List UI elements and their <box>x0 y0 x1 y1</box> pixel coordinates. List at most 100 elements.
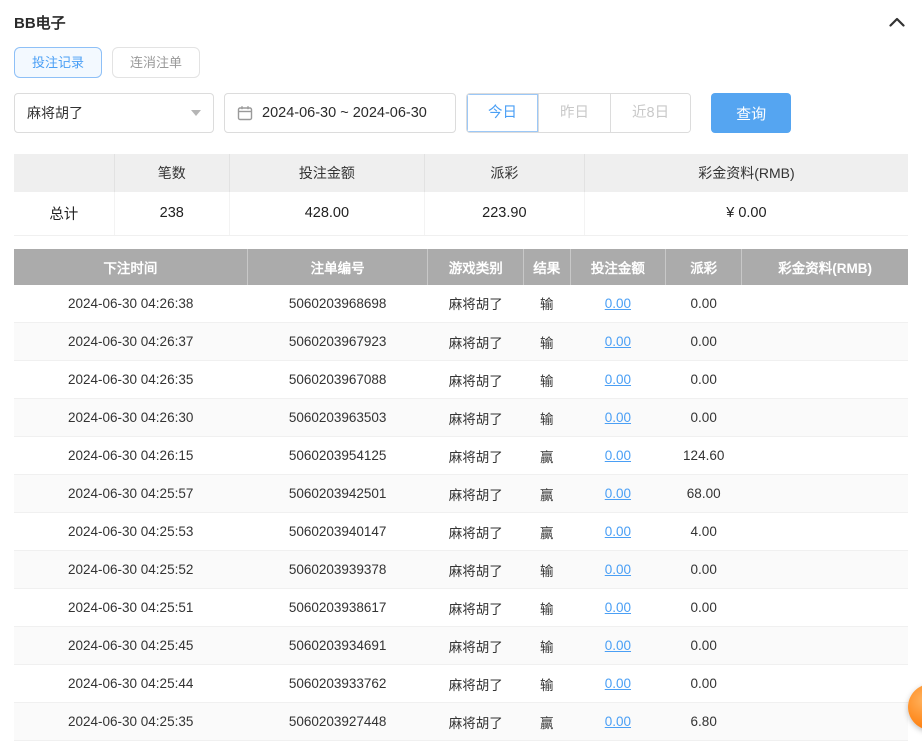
chevron-down-icon <box>191 110 201 116</box>
bonus-cell <box>742 551 908 589</box>
bet-amount-cell: 0.00 <box>570 361 666 399</box>
game-category-cell: 麻将胡了 <box>428 399 524 437</box>
table-row: 2024-06-30 04:25:35 5060203927448 麻将胡了 赢… <box>14 703 908 741</box>
bet-amount-link[interactable]: 0.00 <box>605 524 631 539</box>
order-number-cell: 5060203954125 <box>247 437 428 475</box>
result-cell: 输 <box>524 627 570 665</box>
collapse-chevron-up-icon[interactable] <box>886 11 908 33</box>
bonus-cell <box>742 589 908 627</box>
bet-amount-link[interactable]: 0.00 <box>605 638 631 653</box>
game-category-cell: 麻将胡了 <box>428 627 524 665</box>
bet-amount-link[interactable]: 0.00 <box>605 410 631 425</box>
game-category-cell: 麻将胡了 <box>428 703 524 741</box>
bonus-cell <box>742 475 908 513</box>
summary-col-bonus: 彩金资料(RMB) <box>584 154 908 192</box>
summary-total-bet: 428.00 <box>229 192 424 235</box>
bonus-cell <box>742 437 908 475</box>
filter-bar: 麻将胡了 2024-06-30 ~ 2024-06-30 今日 昨日 近8日 查… <box>14 93 908 133</box>
bet-amount-cell: 0.00 <box>570 589 666 627</box>
bet-amount-link[interactable]: 0.00 <box>605 372 631 387</box>
bonus-cell <box>742 361 908 399</box>
col-bet-amount: 投注金额 <box>570 249 666 285</box>
payout-cell: 0.00 <box>666 551 742 589</box>
col-game-category: 游戏类别 <box>428 249 524 285</box>
summary-total-bonus: ¥ 0.00 <box>584 192 908 235</box>
bet-time-cell: 2024-06-30 04:26:30 <box>14 399 247 437</box>
bet-time-cell: 2024-06-30 04:25:52 <box>14 551 247 589</box>
bet-amount-cell: 0.00 <box>570 703 666 741</box>
table-row: 2024-06-30 04:25:45 5060203934691 麻将胡了 输… <box>14 627 908 665</box>
table-row: 2024-06-30 04:26:35 5060203967088 麻将胡了 输… <box>14 361 908 399</box>
date-range-picker[interactable]: 2024-06-30 ~ 2024-06-30 <box>224 93 456 133</box>
bet-amount-link[interactable]: 0.00 <box>605 448 631 463</box>
game-select[interactable]: 麻将胡了 <box>14 93 214 133</box>
payout-cell: 0.00 <box>666 323 742 361</box>
quick-filter-today[interactable]: 今日 <box>467 94 539 132</box>
col-payout: 派彩 <box>666 249 742 285</box>
bet-time-cell: 2024-06-30 04:25:53 <box>14 513 247 551</box>
result-cell: 输 <box>524 361 570 399</box>
page-title: BB电子 <box>14 12 66 33</box>
col-bet-time: 下注时间 <box>14 249 247 285</box>
result-cell: 输 <box>524 285 570 323</box>
summary-table: 笔数 投注金额 派彩 彩金资料(RMB) 总计 238 428.00 223.9… <box>14 154 908 236</box>
order-number-cell: 5060203963503 <box>247 399 428 437</box>
bet-time-cell: 2024-06-30 04:25:45 <box>14 627 247 665</box>
game-category-cell: 麻将胡了 <box>428 437 524 475</box>
bet-amount-link[interactable]: 0.00 <box>605 334 631 349</box>
bet-amount-cell: 0.00 <box>570 551 666 589</box>
col-result: 结果 <box>524 249 570 285</box>
quick-date-buttons: 今日 昨日 近8日 <box>466 93 691 133</box>
summary-total-label: 总计 <box>14 192 114 235</box>
tab-cancelled-orders[interactable]: 连消注单 <box>112 47 200 78</box>
bonus-cell <box>742 285 908 323</box>
quick-filter-last-8-days[interactable]: 近8日 <box>611 94 690 132</box>
bet-amount-cell: 0.00 <box>570 437 666 475</box>
order-number-cell: 5060203967923 <box>247 323 428 361</box>
result-cell: 输 <box>524 323 570 361</box>
result-cell: 赢 <box>524 475 570 513</box>
bet-amount-cell: 0.00 <box>570 513 666 551</box>
floating-action-button[interactable] <box>908 684 922 730</box>
tab-bar: 投注记录 连消注单 <box>14 47 908 78</box>
payout-cell: 0.00 <box>666 665 742 703</box>
result-cell: 输 <box>524 589 570 627</box>
bet-amount-link[interactable]: 0.00 <box>605 486 631 501</box>
bet-amount-link[interactable]: 0.00 <box>605 562 631 577</box>
summary-total-count: 238 <box>114 192 229 235</box>
bonus-cell <box>742 665 908 703</box>
game-category-cell: 麻将胡了 <box>428 589 524 627</box>
bonus-cell <box>742 513 908 551</box>
payout-cell: 0.00 <box>666 361 742 399</box>
bonus-cell <box>742 323 908 361</box>
result-cell: 赢 <box>524 513 570 551</box>
table-row: 2024-06-30 04:26:30 5060203963503 麻将胡了 输… <box>14 399 908 437</box>
game-category-cell: 麻将胡了 <box>428 361 524 399</box>
game-category-cell: 麻将胡了 <box>428 285 524 323</box>
bet-table-header-row: 下注时间 注单编号 游戏类别 结果 投注金额 派彩 彩金资料(RMB) <box>14 249 908 285</box>
bet-time-cell: 2024-06-30 04:25:51 <box>14 589 247 627</box>
bet-records-table: 下注时间 注单编号 游戏类别 结果 投注金额 派彩 彩金资料(RMB) 2024… <box>14 249 908 741</box>
result-cell: 赢 <box>524 437 570 475</box>
game-category-cell: 麻将胡了 <box>428 323 524 361</box>
tab-bet-records[interactable]: 投注记录 <box>14 47 102 78</box>
payout-cell: 4.00 <box>666 513 742 551</box>
bet-time-cell: 2024-06-30 04:26:38 <box>14 285 247 323</box>
game-category-cell: 麻将胡了 <box>428 475 524 513</box>
bet-amount-cell: 0.00 <box>570 475 666 513</box>
table-row: 2024-06-30 04:26:37 5060203967923 麻将胡了 输… <box>14 323 908 361</box>
result-cell: 输 <box>524 551 570 589</box>
result-cell: 输 <box>524 399 570 437</box>
bet-amount-link[interactable]: 0.00 <box>605 676 631 691</box>
summary-col-empty <box>14 154 114 192</box>
quick-filter-yesterday[interactable]: 昨日 <box>539 94 611 132</box>
bet-amount-link[interactable]: 0.00 <box>605 600 631 615</box>
calendar-icon <box>237 105 253 121</box>
bet-amount-cell: 0.00 <box>570 665 666 703</box>
bet-amount-link[interactable]: 0.00 <box>605 296 631 311</box>
summary-header-row: 笔数 投注金额 派彩 彩金资料(RMB) <box>14 154 908 192</box>
game-category-cell: 麻将胡了 <box>428 551 524 589</box>
order-number-cell: 5060203933762 <box>247 665 428 703</box>
bet-amount-link[interactable]: 0.00 <box>605 714 631 729</box>
search-button[interactable]: 查询 <box>711 93 791 133</box>
